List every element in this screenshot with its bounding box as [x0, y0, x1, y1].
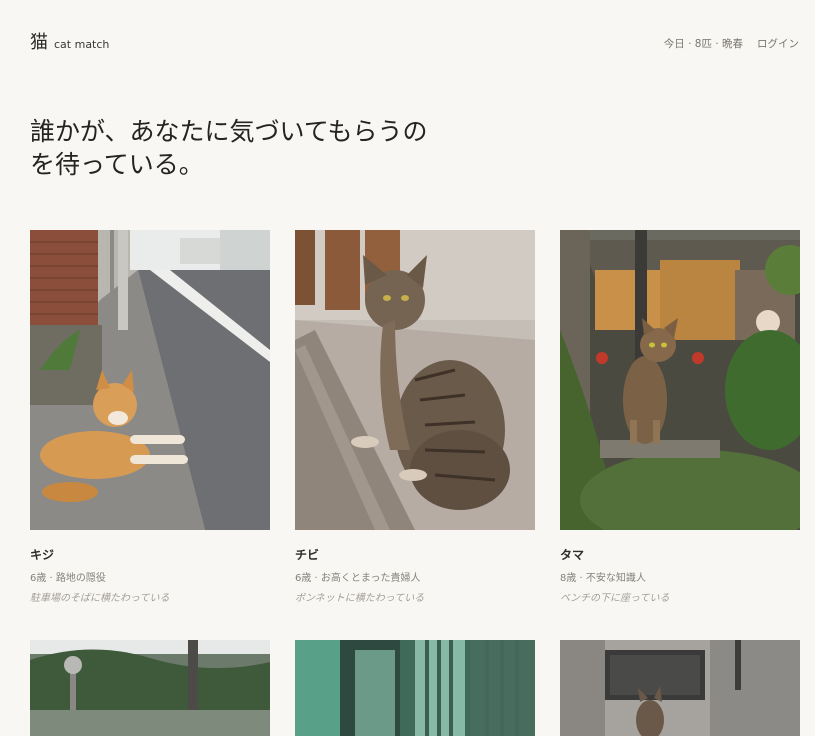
cat-photo[interactable] [295, 230, 535, 530]
cat-card[interactable]: チビ 6歳 · お高くとまった貴婦人 ボンネットに横たわっている [295, 230, 535, 604]
cat-photo[interactable] [30, 230, 270, 530]
cat-photo-image [30, 230, 270, 530]
cat-status: ボンネットに横たわっている [295, 593, 425, 604]
login-link[interactable]: ログイン [757, 36, 799, 51]
cat-photo[interactable] [30, 640, 270, 736]
cat-photo[interactable] [560, 640, 800, 736]
headline-line-2: を待っている。 [30, 150, 204, 179]
cat-card[interactable]: キジ 6歳 · 路地の隠役 駐車場のそばに横たわっている [30, 230, 270, 604]
cat-meta: 8歳 · 不安な知識人 [560, 573, 646, 584]
site-header: 猫 cat match 今日 · 8匹 · 晩春 ログイン [30, 28, 799, 58]
cat-card[interactable] [560, 640, 800, 736]
cat-photo-image [295, 640, 535, 736]
cat-card[interactable] [30, 640, 270, 736]
cat-photo-image [295, 230, 535, 530]
cat-photo-image [560, 640, 800, 736]
logo-text: cat match [54, 38, 110, 51]
headline-line-1: 誰かが、あなたに気づいてもらうの [30, 117, 428, 146]
cat-name: タマ [560, 548, 585, 562]
cat-photo[interactable] [295, 640, 535, 736]
page: 猫 cat match 今日 · 8匹 · 晩春 ログイン 誰かが、あなたに気づ… [0, 0, 815, 736]
logo-kanji: 猫 [30, 32, 48, 53]
logo[interactable]: 猫 cat match [30, 28, 109, 54]
cat-status: ベンチの下に座っている [560, 593, 670, 604]
cat-card[interactable] [295, 640, 535, 736]
today-info: 今日 · 8匹 · 晩春 [663, 38, 743, 50]
cat-photo-image [560, 230, 800, 530]
cat-photo[interactable] [560, 230, 800, 530]
cat-meta: 6歳 · お高くとまった貴婦人 [295, 573, 421, 584]
cat-name: チビ [295, 548, 320, 562]
cat-meta: 6歳 · 路地の隠役 [30, 573, 106, 584]
cat-name: キジ [30, 548, 55, 562]
cat-card[interactable]: タマ 8歳 · 不安な知識人 ベンチの下に座っている [560, 230, 800, 604]
cat-status: 駐車場のそばに横たわっている [30, 593, 170, 604]
page-headline: 誰かが、あなたに気づいてもらうの を待っている。 [30, 115, 510, 181]
header-nav: 今日 · 8匹 · 晩春 ログイン [664, 36, 799, 51]
cat-photo-image [30, 640, 270, 736]
